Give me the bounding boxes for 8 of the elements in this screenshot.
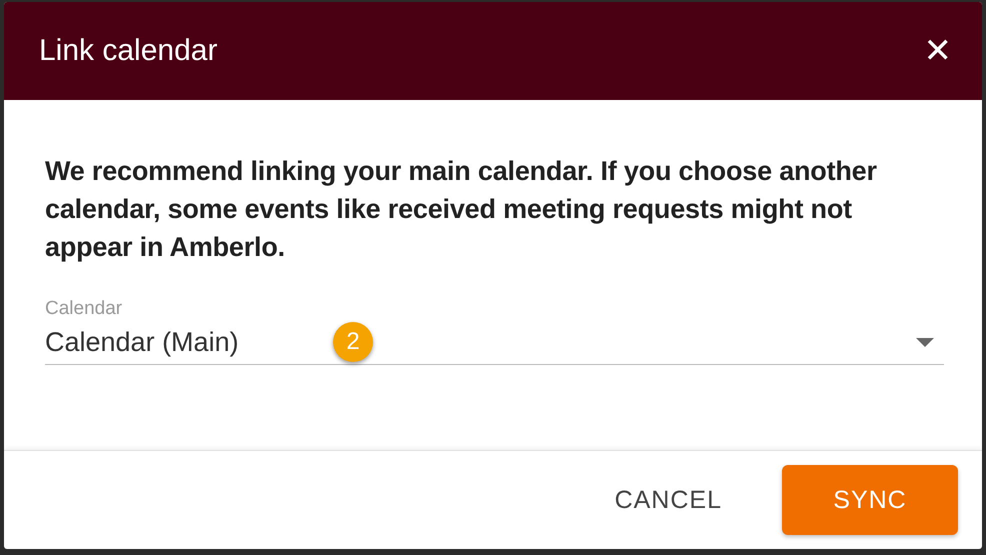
- step-badge: 2: [333, 322, 373, 362]
- dialog-title: Link calendar: [39, 34, 218, 68]
- message-text: We recommend linking your main calendar. If you choose another calendar, some events like received meeting requests might not appear in Amberlo.: [45, 155, 878, 264]
- calendar-dropdown[interactable]: Calendar Calendar (Main) 2: [45, 298, 944, 365]
- field-value: Calendar (Main): [45, 326, 239, 358]
- caret-icon: [916, 338, 934, 346]
- cancel-button[interactable]: CANCEL: [614, 486, 722, 514]
- field-label: Calendar: [45, 298, 124, 320]
